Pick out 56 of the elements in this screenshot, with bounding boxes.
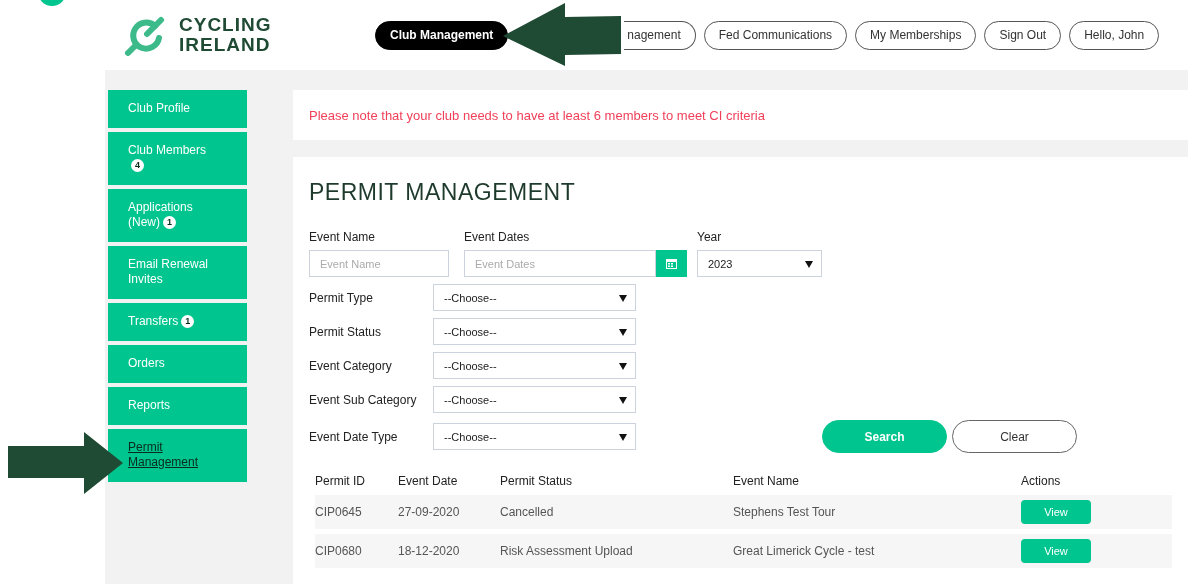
- field-label: Event Name: [309, 230, 377, 244]
- dropdown-select[interactable]: --Choose--: [433, 318, 636, 345]
- count-badge: 1: [181, 315, 195, 329]
- field-label: Event Sub Category: [309, 392, 418, 407]
- field-label: Event Category: [309, 358, 393, 373]
- dropdown-select[interactable]: --Choose--: [433, 386, 636, 413]
- nav-button[interactable]: Fed Communications: [703, 20, 848, 50]
- field-label: Year: [697, 230, 723, 244]
- count-badge: 4: [131, 159, 144, 173]
- table-cell-text: 27-09-2020: [398, 505, 461, 519]
- sidebar-item[interactable]: Club Members 4: [108, 132, 247, 185]
- column-header: Actions: [1021, 474, 1062, 488]
- dropdown-caret-icon: [619, 361, 627, 370]
- arrow-icon: [503, 3, 621, 66]
- column-header: Permit ID: [315, 474, 366, 488]
- calendar-icon: [666, 258, 677, 269]
- event-name-field[interactable]: Event Name: [309, 250, 449, 277]
- table-cell-text: 18-12-2020: [398, 544, 461, 558]
- nav-button[interactable]: Club Management: [375, 20, 509, 50]
- column-header: Event Date: [398, 474, 459, 488]
- table-cell-text: CIP0680: [315, 544, 363, 558]
- dropdown-caret-icon: [619, 293, 627, 302]
- field-label: Event Dates: [464, 230, 531, 244]
- dropdown-select[interactable]: --Choose--: [433, 284, 636, 311]
- nav-button[interactable]: Hello, John: [1069, 20, 1160, 50]
- dropdown-caret-icon: [619, 327, 627, 336]
- count-badge: 1: [163, 216, 176, 230]
- dropdown-caret-icon: [619, 395, 627, 404]
- sidebar-item[interactable]: Applications (New) 1: [108, 189, 247, 242]
- table-cell-text: Great Limerick Cycle - test: [733, 544, 876, 558]
- field-label: Permit Status: [309, 324, 383, 339]
- arrow-icon: [8, 432, 123, 494]
- clear-button[interactable]: Clear: [952, 420, 1077, 453]
- nav-button[interactable]: My Memberships: [855, 20, 977, 50]
- table-cell-text: Risk Assessment Upload: [500, 544, 634, 558]
- notice-text: Please note that your club needs to have at least 6 members to meet CI criteria: [309, 107, 765, 123]
- field-label: Event Date Type: [309, 429, 399, 444]
- event-dates-field[interactable]: Event Dates: [464, 250, 656, 277]
- dropdown-caret-icon: [619, 432, 627, 441]
- table-cell-text: Cancelled: [500, 505, 555, 519]
- page-title: PERMIT MANAGEMENT: [309, 179, 577, 206]
- nav-button[interactable]: Sign Out: [984, 20, 1062, 50]
- nav-button[interactable]: nagement: [624, 20, 696, 50]
- dropdown-caret-icon: [805, 259, 813, 268]
- calendar-button[interactable]: [656, 250, 687, 277]
- dropdown-select[interactable]: --Choose--: [433, 423, 636, 450]
- column-header: Event Name: [733, 474, 801, 488]
- sidebar-item[interactable]: Permit Management: [108, 429, 247, 482]
- column-header: Permit Status: [500, 474, 574, 488]
- table-cell-text: CIP0645: [315, 505, 363, 519]
- dropdown-select[interactable]: --Choose--: [433, 352, 636, 379]
- sidebar-item[interactable]: Transfers 1: [108, 303, 247, 341]
- logo-text: CYCLING IRELAND: [179, 15, 272, 55]
- field-label: Permit Type: [309, 290, 374, 305]
- year-select[interactable]: 2023: [697, 250, 822, 277]
- table-cell-text: Stephens Test Tour: [733, 505, 837, 519]
